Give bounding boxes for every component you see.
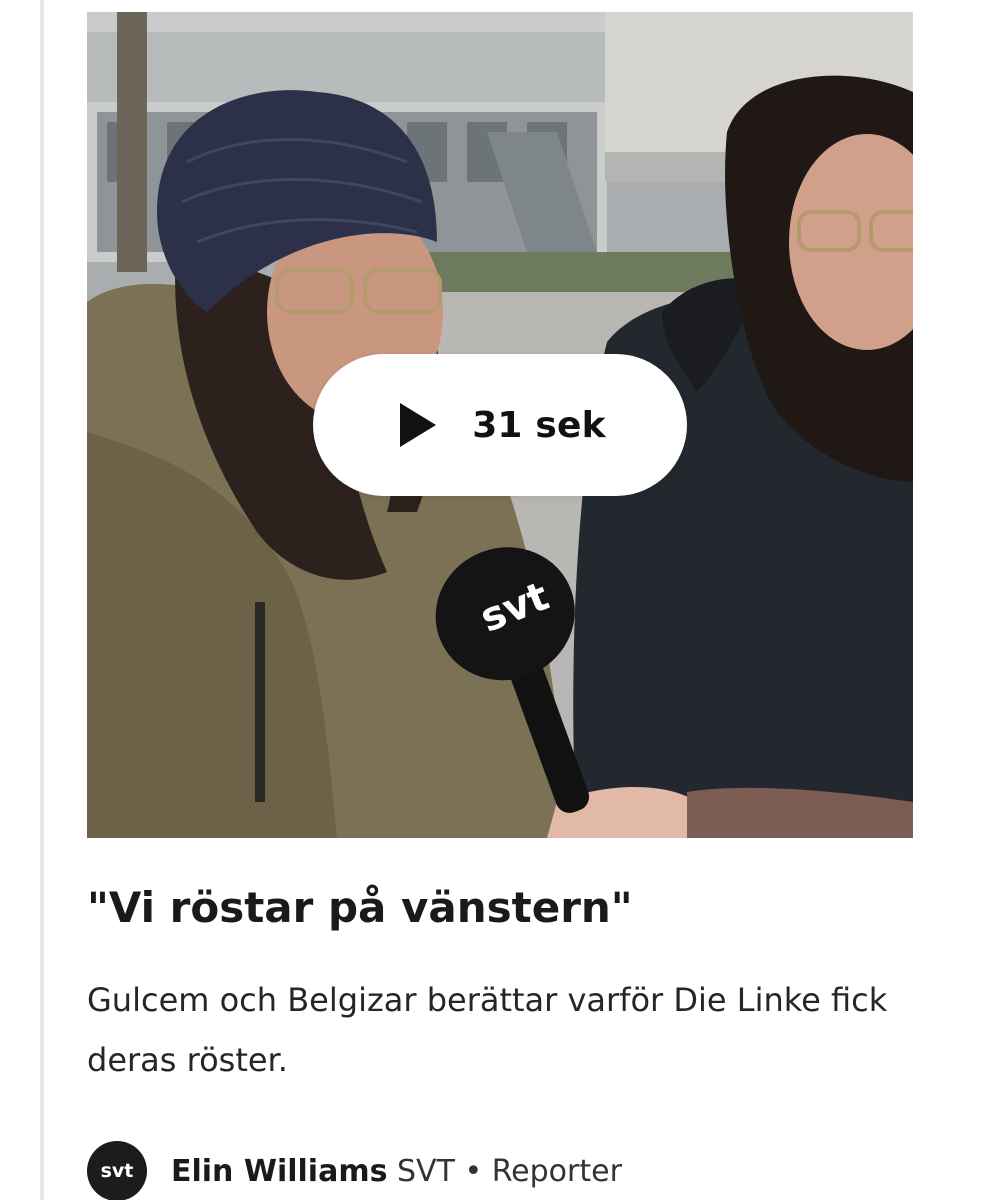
author-name[interactable]: Elin Williams [171,1154,387,1189]
video-thumbnail[interactable]: svt 31 sek [87,12,913,838]
play-icon [400,403,437,447]
byline-separator: • [464,1153,483,1189]
author-avatar[interactable]: svt [87,1141,147,1200]
author-role: Reporter [491,1153,622,1189]
video-duration: 31 sek [472,404,606,446]
byline-text: Elin Williams SVT • Reporter [171,1154,622,1189]
play-button[interactable]: 31 sek [313,354,687,496]
article-headline[interactable]: "Vi röstar på vänstern" [87,880,927,936]
article-summary: Gulcem och Belgizar berättar varför Die … [87,981,888,1079]
author-organization: SVT [397,1153,455,1189]
article-card: svt 31 sek "Vi röstar på vänstern" Gulce… [0,0,994,1200]
left-border-rule [40,0,44,1200]
byline: svt Elin Williams SVT • Reporter [87,1140,622,1200]
